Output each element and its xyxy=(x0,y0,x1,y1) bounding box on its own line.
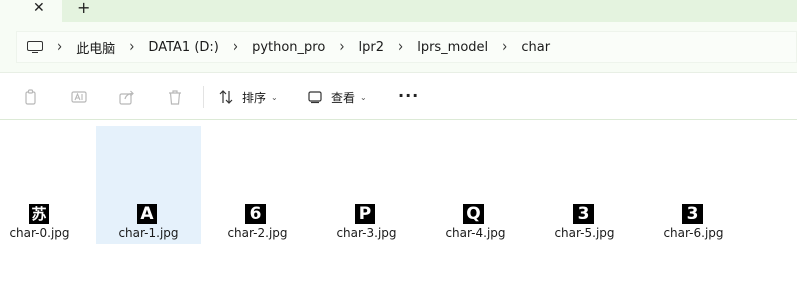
chevron-right-icon[interactable]: › xyxy=(502,38,507,56)
file-item[interactable]: 3 char-5.jpg xyxy=(532,126,637,244)
file-item[interactable]: A char-1.jpg xyxy=(96,126,201,244)
breadcrumb-item-this-pc[interactable]: 此电脑 xyxy=(76,38,115,57)
tab-bar: ✕ + xyxy=(0,0,797,22)
chevron-right-icon[interactable]: › xyxy=(233,38,238,56)
more-options-button[interactable]: ··· xyxy=(398,86,419,105)
image-thumbnail: 苏 xyxy=(29,204,49,224)
file-name: char-4.jpg xyxy=(445,226,506,240)
image-thumbnail: 6 xyxy=(245,204,266,224)
breadcrumb-item-lprs-model[interactable]: lprs_model xyxy=(417,40,488,55)
sort-label: 排序 xyxy=(242,90,267,105)
file-name: char-5.jpg xyxy=(554,226,615,240)
active-tab[interactable]: ✕ xyxy=(0,0,62,22)
view-label: 查看 xyxy=(331,90,356,105)
new-tab-button[interactable]: + xyxy=(77,0,90,16)
file-name: char-1.jpg xyxy=(118,226,179,240)
view-icon xyxy=(308,91,322,104)
image-thumbnail: A xyxy=(137,204,157,224)
chevron-down-icon: ⌄ xyxy=(271,92,278,102)
rename-icon[interactable] xyxy=(71,89,87,105)
file-item[interactable]: Q char-4.jpg xyxy=(423,126,528,244)
file-item[interactable]: P char-3.jpg xyxy=(314,126,419,244)
computer-icon[interactable] xyxy=(27,40,43,54)
delete-icon[interactable] xyxy=(167,89,183,105)
image-thumbnail: 3 xyxy=(573,204,594,224)
file-item[interactable]: 3 char-6.jpg xyxy=(641,126,746,244)
view-button[interactable]: 查看 ⌄ xyxy=(307,87,367,107)
image-thumbnail: 3 xyxy=(682,204,703,224)
file-list: 苏 char-0.jpg A char-1.jpg 6 char-2.jpg P… xyxy=(0,121,797,306)
breadcrumb-item-char[interactable]: char xyxy=(521,40,550,55)
file-name: char-2.jpg xyxy=(227,226,288,240)
file-item[interactable]: 6 char-2.jpg xyxy=(205,126,310,244)
chevron-right-icon[interactable]: › xyxy=(129,38,134,56)
breadcrumb-item-python-pro[interactable]: python_pro xyxy=(252,40,325,55)
share-icon[interactable] xyxy=(119,89,135,105)
breadcrumb-item-lpr2[interactable]: lpr2 xyxy=(359,40,384,55)
sort-icon xyxy=(219,90,233,104)
toolbar-divider xyxy=(203,86,204,108)
chevron-right-icon[interactable]: › xyxy=(398,38,403,56)
image-thumbnail: P xyxy=(355,204,375,224)
chevron-down-icon: ⌄ xyxy=(360,92,367,102)
chevron-right-icon[interactable]: › xyxy=(339,38,344,56)
breadcrumb-item-data1[interactable]: DATA1 (D:) xyxy=(148,40,218,55)
breadcrumb[interactable]: › 此电脑 › DATA1 (D:) › python_pro › lpr2 ›… xyxy=(16,31,797,63)
sort-button[interactable]: 排序 ⌄ xyxy=(218,87,278,107)
file-item[interactable]: 苏 char-0.jpg xyxy=(0,126,92,244)
file-name: char-3.jpg xyxy=(336,226,397,240)
copy-icon[interactable] xyxy=(23,89,39,105)
close-icon[interactable]: ✕ xyxy=(33,0,45,17)
file-name: char-0.jpg xyxy=(9,226,70,240)
file-name: char-6.jpg xyxy=(663,226,724,240)
chevron-right-icon[interactable]: › xyxy=(57,38,62,56)
command-toolbar: 排序 ⌄ 查看 ⌄ ··· xyxy=(0,72,797,120)
address-bar: › 此电脑 › DATA1 (D:) › python_pro › lpr2 ›… xyxy=(0,22,797,72)
image-thumbnail: Q xyxy=(463,204,484,224)
